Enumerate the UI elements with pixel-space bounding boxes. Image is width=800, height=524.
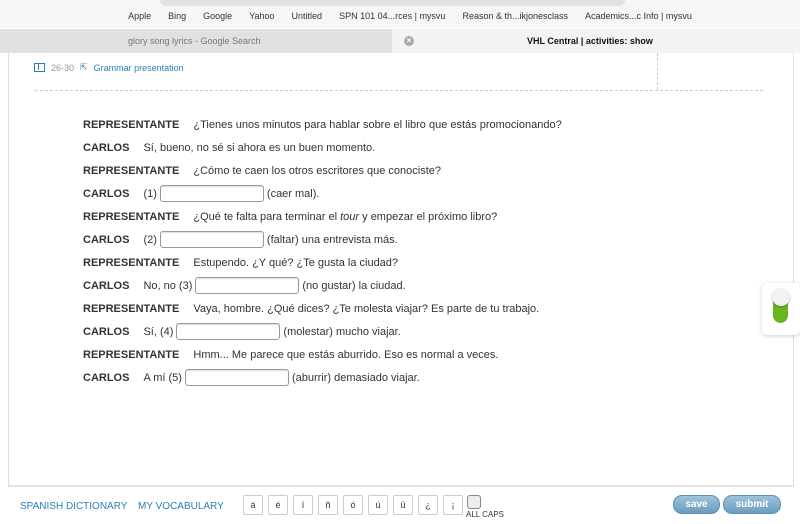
- answer-input[interactable]: [176, 323, 281, 340]
- dialog-text: Hmm... Me parece que estás aburrido. Eso…: [193, 348, 499, 361]
- divider: [35, 90, 763, 91]
- speaker: REPRESENTANTE: [83, 348, 180, 361]
- accent-keys: á é í ñ ó ú ü ¿ ¡: [243, 495, 463, 515]
- dialog-line: CARLOS No, no (3) (no gustar) la ciudad.: [83, 274, 562, 297]
- accent-key[interactable]: ¿: [418, 495, 438, 515]
- tab-bar: glory song lyrics - Google Search × VHL C…: [0, 29, 800, 53]
- dialog-line: REPRESENTANTE Hmm... Me parece que estás …: [83, 343, 562, 366]
- dialog-line: REPRESENTANTE ¿Cómo te caen los otros esc…: [83, 159, 562, 182]
- dialog-text: (aburrir) demasiado viajar.: [291, 371, 420, 384]
- bookmark-item[interactable]: Academics...c Info | mysvu: [585, 11, 692, 21]
- spanish-dictionary-link[interactable]: SPANISH DICTIONARY: [20, 501, 127, 512]
- accent-key[interactable]: ¡: [443, 495, 463, 515]
- arrow-icon: ⇱: [80, 62, 88, 72]
- dialog-text-italic: tour: [340, 210, 360, 223]
- dialog-text: Estupendo. ¿Y qué? ¿Te gusta la ciudad?: [193, 256, 399, 269]
- dialog-text: (2): [143, 233, 157, 246]
- dialog-text: ¿Tienes unos minutos para hablar sobre e…: [193, 118, 562, 131]
- save-button[interactable]: save: [673, 495, 720, 514]
- accent-key[interactable]: ú: [368, 495, 388, 515]
- footer: SPANISH DICTIONARY MY VOCABULARY áéíñóúü…: [0, 495, 800, 524]
- speaker: CARLOS: [83, 141, 130, 154]
- dialog-text: ¿Qué te falta para terminar el: [193, 210, 341, 223]
- toggle-switch[interactable]: [762, 283, 800, 335]
- dialog-line: CARLOS (2) (faltar) una entrevista más.: [83, 228, 562, 251]
- accent-key[interactable]: ñ: [318, 495, 338, 515]
- accent-key[interactable]: ó: [343, 495, 363, 515]
- speaker: REPRESENTANTE: [83, 118, 180, 131]
- dialog-text: ¿Cómo te caen los otros escritores que c…: [193, 164, 441, 177]
- dialog-text: y empezar el próximo libro?: [359, 210, 498, 223]
- my-vocabulary-link[interactable]: MY VOCABULARY: [138, 501, 224, 512]
- bookmark-item[interactable]: Untitled: [292, 11, 323, 21]
- all-caps-label: ALL CAPS: [466, 510, 504, 519]
- bookmark-item[interactable]: Google: [203, 11, 232, 21]
- bookmark-item[interactable]: Reason & th...ikjonesclass: [462, 11, 568, 21]
- bookmark-item[interactable]: Apple: [128, 11, 151, 21]
- answer-input[interactable]: [159, 185, 264, 202]
- all-caps-toggle[interactable]: ALL CAPS: [466, 495, 504, 519]
- speaker: CARLOS: [83, 187, 130, 200]
- dialog-text: (molestar) mucho viajar.: [283, 325, 401, 338]
- dialog-text: No, no (3): [143, 279, 193, 292]
- reference-bar: 26-30 ⇱ Grammar presentation: [34, 62, 184, 73]
- speaker: REPRESENTANTE: [83, 164, 180, 177]
- book-icon: [34, 63, 45, 72]
- dialog-text: Vaya, hombre. ¿Qué dices? ¿Te molesta vi…: [193, 302, 540, 315]
- accent-key[interactable]: ü: [393, 495, 413, 515]
- dialog-text: (faltar) una entrevista más.: [266, 233, 398, 246]
- speaker: REPRESENTANTE: [83, 302, 180, 315]
- all-caps-checkbox[interactable]: [467, 495, 481, 509]
- tab-title: VHL Central | activities: show: [527, 36, 653, 46]
- dialog-line: CARLOS Sí, (4) (molestar) mucho viajar.: [83, 320, 562, 343]
- dialog-line: REPRESENTANTE ¿Tienes unos minutos para h…: [83, 113, 562, 136]
- divider: [657, 53, 658, 90]
- address-bar[interactable]: [160, 0, 625, 6]
- bookmarks-bar: Apple Bing Google Yahoo Untitled SPN 101 04..…: [0, 11, 800, 21]
- speaker: CARLOS: [83, 233, 130, 246]
- answer-input[interactable]: [159, 231, 264, 248]
- dialog-line: CARLOS (1) (caer mal).: [83, 182, 562, 205]
- bookmark-item[interactable]: Yahoo: [249, 11, 274, 21]
- grammar-presentation-link[interactable]: Grammar presentation: [94, 63, 184, 73]
- accent-key[interactable]: í: [293, 495, 313, 515]
- dialog-text: (caer mal).: [266, 187, 320, 200]
- page-range: 26-30: [51, 62, 75, 73]
- speaker: REPRESENTANTE: [83, 256, 180, 269]
- tab-vhl-central[interactable]: × VHL Central | activities: show: [392, 29, 800, 53]
- dialog-text: Sí, bueno, no sé si ahora es un buen mom…: [143, 141, 376, 154]
- dialog-text: (no gustar) la ciudad.: [302, 279, 406, 292]
- dialog-line: CARLOS Sí, bueno, no sé si ahora es un bu…: [83, 136, 562, 159]
- speaker: REPRESENTANTE: [83, 210, 180, 223]
- answer-input[interactable]: [184, 369, 289, 386]
- dialog-line: REPRESENTANTE Vaya, hombre. ¿Qué dices? ¿…: [83, 297, 562, 320]
- bookmark-item[interactable]: SPN 101 04...rces | mysvu: [339, 11, 445, 21]
- speaker: CARLOS: [83, 325, 130, 338]
- close-tab-icon[interactable]: ×: [404, 36, 414, 46]
- dialog-text: A mí (5): [143, 371, 182, 384]
- dialog-text: Sí, (4): [143, 325, 174, 338]
- tab-title: glory song lyrics - Google Search: [128, 36, 261, 46]
- toggle-knob[interactable]: [772, 288, 790, 306]
- accent-key[interactable]: é: [268, 495, 288, 515]
- speaker: CARLOS: [83, 279, 130, 292]
- dialog-line: REPRESENTANTE ¿Qué te falta para terminar…: [83, 205, 562, 228]
- tab-google-search[interactable]: glory song lyrics - Google Search: [0, 29, 392, 53]
- dialog-line: REPRESENTANTE Estupendo. ¿Y qué? ¿Te gust…: [83, 251, 562, 274]
- dialog-text: (1): [143, 187, 157, 200]
- dialog-line: CARLOS A mí (5) (aburrir) demasiado viajar…: [83, 366, 562, 389]
- browser-toolbar: Apple Bing Google Yahoo Untitled SPN 101 04..…: [0, 0, 800, 28]
- answer-input[interactable]: [195, 277, 300, 294]
- dialog: REPRESENTANTE ¿Tienes unos minutos para h…: [83, 113, 562, 389]
- submit-button[interactable]: submit: [723, 495, 781, 514]
- speaker: CARLOS: [83, 371, 130, 384]
- bookmark-item[interactable]: Bing: [168, 11, 186, 21]
- accent-key[interactable]: á: [243, 495, 263, 515]
